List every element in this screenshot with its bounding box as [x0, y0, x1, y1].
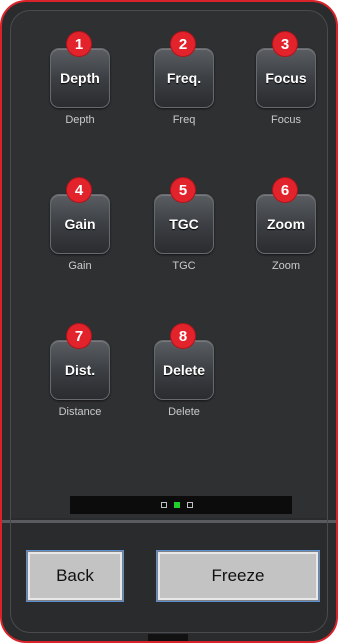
back-button[interactable]: Back	[28, 552, 122, 600]
distance-button-label: Dist.	[64, 362, 96, 378]
zoom-control: Zoom 6 Zoom	[246, 176, 326, 276]
focus-button[interactable]: Focus	[256, 48, 316, 108]
tgc-button[interactable]: TGC	[154, 194, 214, 254]
number-badge: 1	[67, 32, 91, 56]
page-dot-3[interactable]	[187, 502, 193, 508]
zoom-button-label: Zoom	[266, 216, 306, 232]
number-badge: 7	[67, 324, 91, 348]
delete-caption: Delete	[168, 406, 200, 418]
gain-caption: Gain	[68, 260, 92, 272]
depth-button[interactable]: Depth	[50, 48, 110, 108]
footer-bar: Back Freeze	[2, 523, 336, 641]
back-button-label: Back	[56, 566, 94, 585]
freq-caption: Freq	[172, 114, 196, 126]
tgc-button-label: TGC	[169, 216, 199, 232]
page-dot-1[interactable]	[161, 502, 167, 508]
page-dot-2-active[interactable]	[174, 502, 180, 508]
distance-control: Dist. 7 Distance	[40, 322, 120, 422]
focus-button-label: Focus	[265, 70, 307, 86]
delete-button[interactable]: Delete	[154, 340, 214, 400]
device-frame: Depth 1 Depth Freq. 2 Freq Focus 3 Focus…	[0, 0, 338, 643]
button-panel: Depth 1 Depth Freq. 2 Freq Focus 3 Focus…	[10, 10, 328, 518]
distance-caption: Distance	[58, 406, 102, 418]
number-badge: 8	[171, 324, 195, 348]
number-badge: 4	[67, 178, 91, 202]
number-badge: 3	[273, 32, 297, 56]
tgc-caption: TGC	[172, 260, 196, 272]
depth-button-label: Depth	[60, 70, 100, 86]
delete-button-label: Delete	[162, 362, 206, 378]
freq-control: Freq. 2 Freq	[144, 30, 224, 130]
depth-caption: Depth	[65, 114, 95, 126]
page-indicator	[70, 496, 292, 514]
freeze-button[interactable]: Freeze	[158, 552, 318, 600]
number-badge: 2	[171, 32, 195, 56]
depth-control: Depth 1 Depth	[40, 30, 120, 130]
delete-control: Delete 8 Delete	[144, 322, 224, 422]
distance-button[interactable]: Dist.	[50, 340, 110, 400]
number-badge: 6	[273, 178, 297, 202]
number-badge: 5	[171, 178, 195, 202]
focus-caption: Focus	[271, 114, 301, 126]
zoom-button[interactable]: Zoom	[256, 194, 316, 254]
freq-button-label: Freq.	[166, 70, 202, 86]
zoom-caption: Zoom	[271, 260, 301, 272]
gain-control: Gain 4 Gain	[40, 176, 120, 276]
freeze-button-label: Freeze	[211, 566, 265, 585]
gain-button[interactable]: Gain	[50, 194, 110, 254]
gain-button-label: Gain	[64, 216, 96, 232]
freq-button[interactable]: Freq.	[154, 48, 214, 108]
focus-control: Focus 3 Focus	[246, 30, 326, 130]
dock-connector	[148, 634, 188, 641]
tgc-control: TGC 5 TGC	[144, 176, 224, 276]
